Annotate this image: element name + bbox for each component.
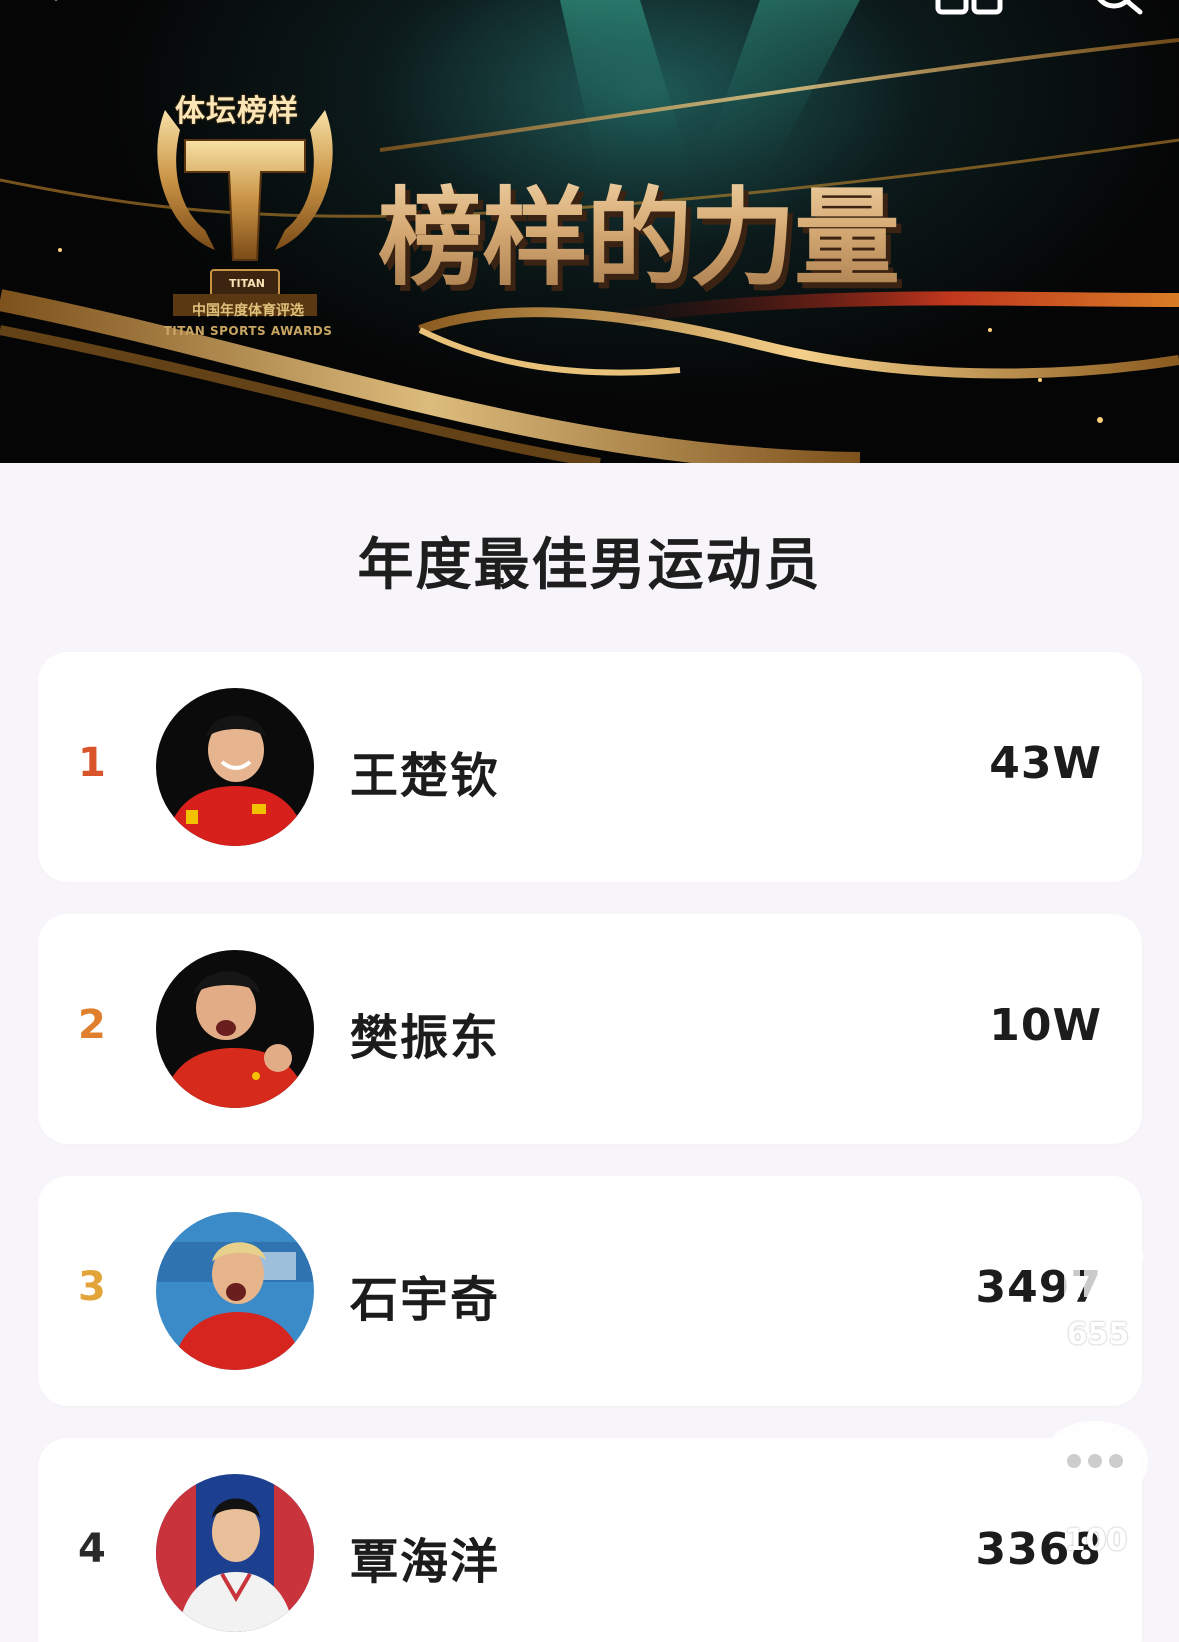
- ranking-item-1[interactable]: 1 王楚钦 43W: [38, 652, 1142, 882]
- thumbs-up-icon[interactable]: [1050, 1205, 1150, 1305]
- rank-number: 3: [78, 1264, 106, 1310]
- athlete-avatar[interactable]: [156, 950, 314, 1108]
- banner-slogan: 榜样的力量: [378, 152, 900, 306]
- section-title: 年度最佳男运动员: [357, 533, 822, 598]
- page: 体坛榜样 TITAN 中国年度体育评选 TITAN SPORTS AWARDS …: [0, 0, 1179, 1642]
- trophy-title: 体坛榜样: [175, 94, 299, 129]
- rank-number: 2: [78, 1002, 106, 1048]
- ranking-item-3[interactable]: 3 石宇奇 3497: [38, 1176, 1142, 1406]
- rank-number: 1: [78, 740, 106, 786]
- athlete-avatar[interactable]: [156, 1474, 314, 1632]
- athlete-name: 樊振东: [350, 1010, 501, 1066]
- vote-count: 10W: [989, 1000, 1102, 1051]
- like-count: 655: [1066, 1317, 1130, 1352]
- ranking-item-4[interactable]: 4 覃海洋 3368: [38, 1438, 1142, 1642]
- trophy-plate-text: TITAN: [229, 277, 265, 290]
- trophy-subtitle: 中国年度体育评选: [192, 303, 304, 319]
- trophy-subtitle-en: TITAN SPORTS AWARDS: [163, 324, 333, 338]
- hero-banner: 体坛榜样 TITAN 中国年度体育评选 TITAN SPORTS AWARDS …: [0, 0, 1179, 463]
- chat-bubble-icon[interactable]: [1036, 1415, 1154, 1525]
- ranking-item-2[interactable]: 2 樊振东 10W: [38, 914, 1142, 1144]
- vote-count: 43W: [989, 738, 1102, 789]
- search-icon[interactable]: [1090, 0, 1146, 18]
- athlete-avatar[interactable]: [156, 1212, 314, 1370]
- athlete-name: 覃海洋: [350, 1534, 501, 1590]
- top-navigation-bar: [0, 0, 1179, 30]
- document-icon[interactable]: [934, 0, 1008, 18]
- back-arrow-icon[interactable]: [44, 0, 84, 18]
- rank-number: 4: [78, 1526, 106, 1572]
- trophy-logo: 体坛榜样 TITAN 中国年度体育评选 TITAN SPORTS AWARDS: [145, 80, 345, 350]
- athlete-avatar[interactable]: [156, 688, 314, 846]
- athlete-name: 王楚钦: [350, 748, 501, 804]
- comment-count: 100: [1064, 1523, 1128, 1558]
- athlete-name: 石宇奇: [350, 1272, 501, 1328]
